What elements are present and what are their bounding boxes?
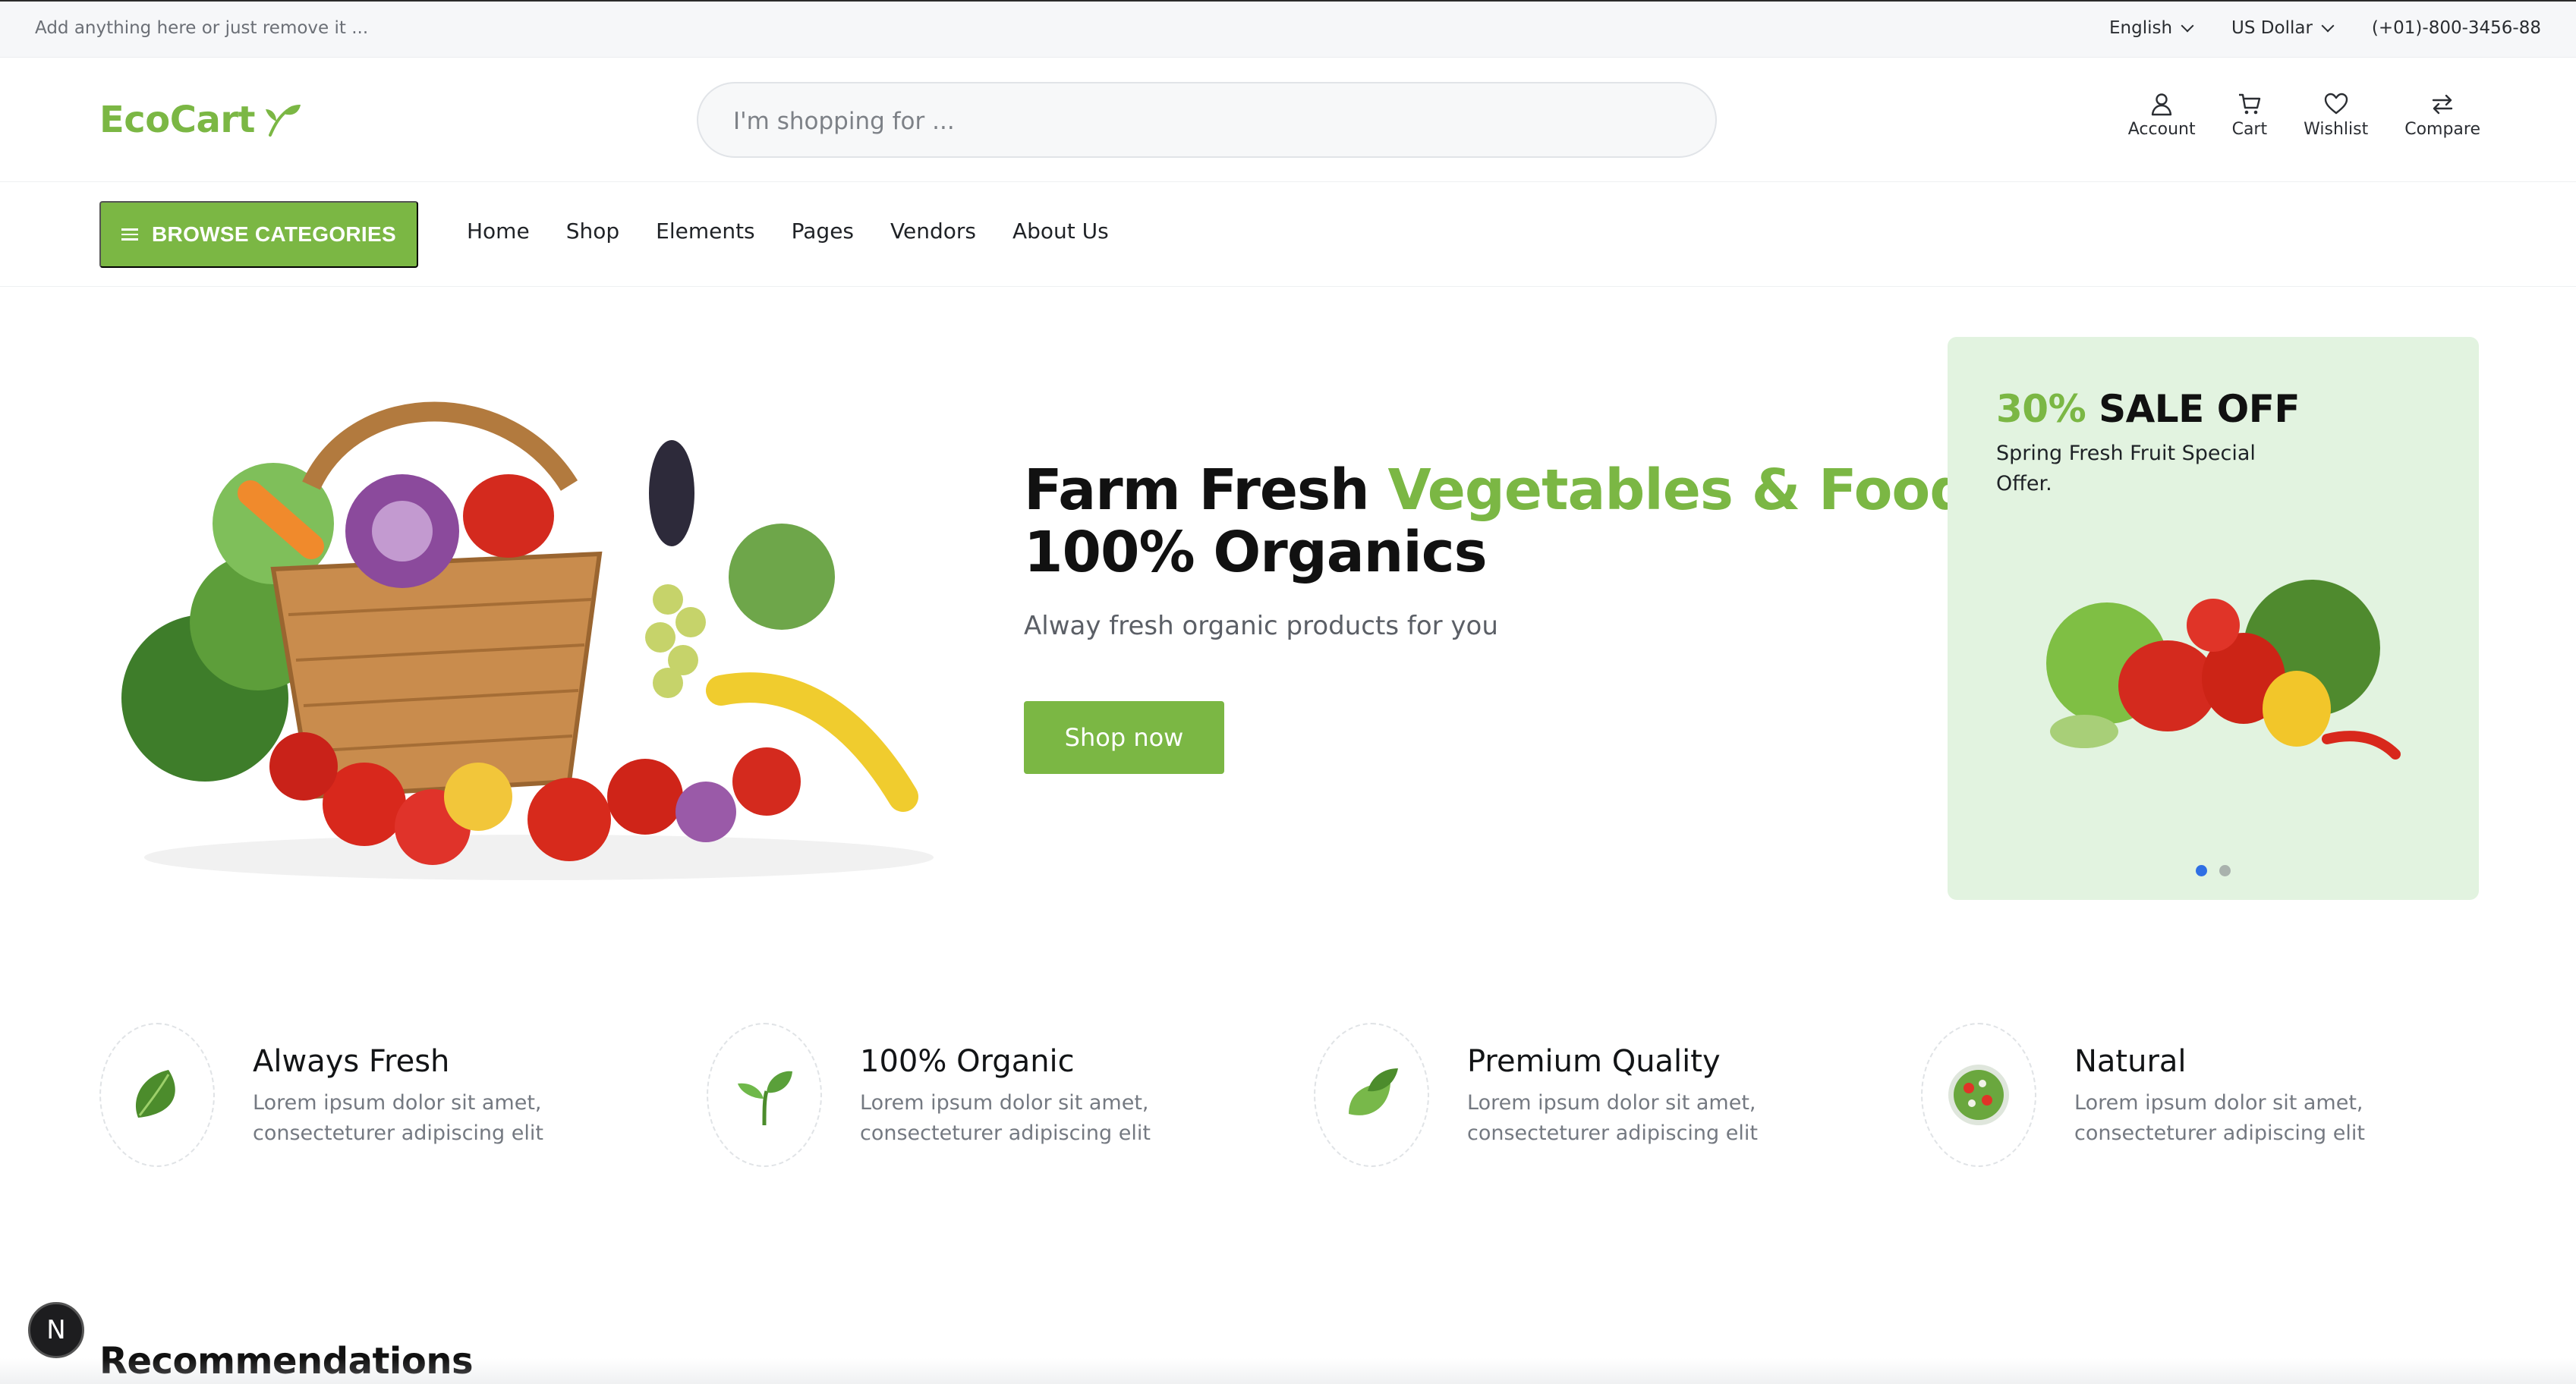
search-input[interactable]: [733, 105, 1644, 138]
promo-title-rest: SALE OFF: [2086, 387, 2300, 431]
feature-title: Always Fresh: [253, 1044, 450, 1079]
bottom-fade: [0, 1358, 2576, 1384]
nav-elements[interactable]: Elements: [656, 219, 755, 244]
dev-tools-badge[interactable]: N: [28, 1302, 84, 1358]
nav-shop[interactable]: Shop: [566, 219, 619, 244]
feature-title: Natural: [2074, 1044, 2187, 1079]
browse-categories-button[interactable]: BROWSE CATEGORIES: [99, 201, 418, 268]
promo-title: 30% SALE OFF: [1996, 387, 2300, 431]
hero-title: Farm Fresh Vegetables & Food 100% Organi…: [1024, 458, 1970, 585]
promo-vegetables-image: [2046, 580, 2401, 760]
feature-icon-circle: [1921, 1023, 2036, 1167]
feature-icon-circle: [707, 1023, 822, 1167]
hero-title-part1: Farm Fresh: [1024, 458, 1388, 523]
top-bar-right: English US Dollar (+01)-800-3456-88: [2070, 18, 2541, 38]
feature-premium-quality: Premium Quality Lorem ipsum dolor sit am…: [1314, 1023, 1891, 1167]
hero-text-block: Farm Fresh Vegetables & Food 100% Organi…: [1024, 458, 1970, 641]
navigation-bar: BROWSE CATEGORIES Home Shop Elements Pag…: [0, 182, 2576, 287]
compare-icon: [2432, 94, 2453, 115]
shop-now-button[interactable]: Shop now: [1024, 701, 1224, 774]
sprout-icon: [738, 1071, 792, 1126]
feature-description: Lorem ipsum dolor sit amet, consecteture…: [1467, 1091, 1758, 1145]
header-actions: Account Cart Wishlist Compare: [2092, 91, 2480, 139]
promo-percent: 30%: [1996, 387, 2086, 431]
leaf-logo-icon: [265, 105, 301, 137]
logo-text: EcoCart: [99, 99, 255, 141]
main-nav-links: Home Shop Elements Pages Vendors About U…: [467, 219, 1145, 244]
compare-button[interactable]: Compare: [2404, 91, 2480, 139]
feature-description: Lorem ipsum dolor sit amet, consecteture…: [860, 1091, 1151, 1145]
hero-vegetable-basket-image: [121, 401, 934, 880]
chevron-down-icon: [2321, 19, 2335, 33]
nav-pages[interactable]: Pages: [792, 219, 854, 244]
hero-title-highlight: Vegetables & Food: [1387, 458, 1970, 523]
main-header: EcoCart Account Cart Wishlist Compare: [0, 58, 2576, 182]
announcement-text: Add anything here or just remove it ...: [35, 18, 369, 38]
heart-icon: [2324, 93, 2348, 115]
hero-title-line2: 100% Organics: [1024, 520, 1488, 585]
salad-bowl-icon: [1948, 1065, 2009, 1125]
phone-number: (+01)-800-3456-88: [2371, 18, 2541, 38]
top-bar: Add anything here or just remove it ... …: [0, 0, 2576, 58]
carousel-dot-2[interactable]: [2219, 865, 2231, 876]
language-label: English: [2108, 18, 2173, 38]
feature-description: Lorem ipsum dolor sit amet, consecteture…: [253, 1091, 543, 1145]
browse-categories-label: BROWSE CATEGORIES: [152, 222, 396, 246]
user-icon: [2151, 93, 2172, 116]
carousel-dot-1[interactable]: [2196, 865, 2207, 876]
compare-label: Compare: [2404, 120, 2480, 139]
wishlist-button[interactable]: Wishlist: [2304, 91, 2368, 139]
feature-icon-circle: [1314, 1023, 1429, 1167]
currency-selector[interactable]: US Dollar: [2231, 18, 2335, 38]
cart-icon: [2238, 93, 2261, 115]
account-button[interactable]: Account: [2128, 91, 2196, 139]
leaves-icon: [1349, 1068, 1398, 1115]
cart-button[interactable]: Cart: [2231, 91, 2268, 139]
promo-banner[interactable]: 30% SALE OFF Spring Fresh Fruit Special …: [1948, 337, 2479, 900]
feature-natural: Natural Lorem ipsum dolor sit amet, cons…: [1921, 1023, 2498, 1167]
wishlist-label: Wishlist: [2304, 120, 2369, 139]
account-label: Account: [2127, 120, 2196, 139]
hero-subtitle: Alway fresh organic products for you: [1024, 611, 1498, 641]
chevron-down-icon: [2181, 19, 2194, 33]
feature-description: Lorem ipsum dolor sit amet, consecteture…: [2074, 1091, 2365, 1145]
features-row: Always Fresh Lorem ipsum dolor sit amet,…: [99, 1023, 2479, 1167]
promo-subtitle: Spring Fresh Fruit Special Offer.: [1996, 442, 2256, 495]
feature-icon-circle: [99, 1023, 215, 1167]
menu-icon: [121, 225, 139, 244]
feature-title: Premium Quality: [1467, 1044, 1721, 1079]
cart-label: Cart: [2231, 120, 2268, 139]
nav-home[interactable]: Home: [467, 219, 530, 244]
carousel-dots: [2196, 865, 2243, 876]
leafy-green-icon: [135, 1070, 175, 1118]
nav-vendors[interactable]: Vendors: [890, 219, 976, 244]
currency-label: US Dollar: [2231, 18, 2313, 38]
feature-title: 100% Organic: [860, 1044, 1075, 1079]
language-selector[interactable]: English: [2108, 18, 2194, 38]
nav-about-us[interactable]: About Us: [1012, 219, 1109, 244]
search-bar[interactable]: [697, 82, 1717, 158]
feature-always-fresh: Always Fresh Lorem ipsum dolor sit amet,…: [99, 1023, 676, 1167]
logo[interactable]: EcoCart: [99, 99, 302, 141]
feature-organic: 100% Organic Lorem ipsum dolor sit amet,…: [707, 1023, 1283, 1167]
